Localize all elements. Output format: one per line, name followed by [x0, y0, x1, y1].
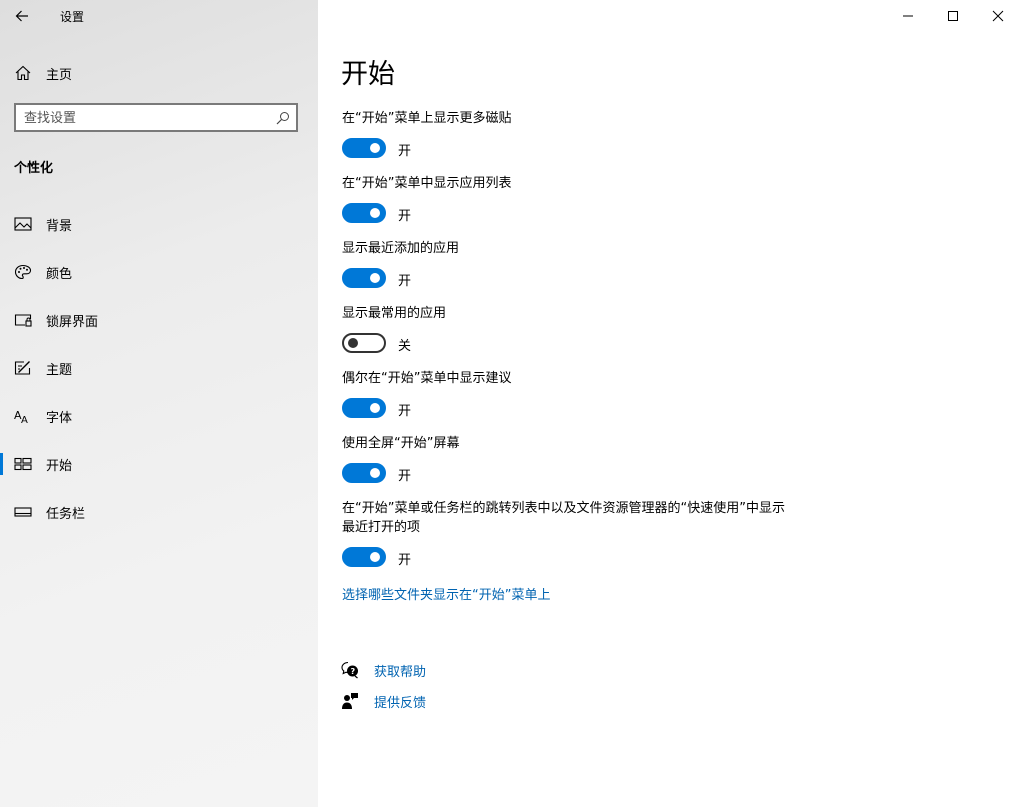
feedback-icon [342, 693, 358, 709]
toggle-knob [370, 208, 380, 218]
setting-label-app-list: 在“开始”菜单中显示应用列表 [342, 176, 512, 191]
toggle-state-label: 开 [398, 469, 412, 484]
minimize-icon [903, 15, 913, 17]
sidebar-item-lock-screen[interactable]: 锁屏界面 [0, 300, 318, 340]
sidebar-item-themes[interactable]: 主题 [0, 348, 318, 388]
sidebar: 设置 主页 个性化 背景 颜色 锁屏界面 [0, 0, 318, 807]
taskbar-icon [14, 507, 32, 517]
toggle-knob [370, 403, 380, 413]
setting-label-suggestions: 偶尔在“开始”菜单中显示建议 [342, 371, 512, 386]
font-icon: A A [14, 409, 28, 424]
sidebar-item-label: 主页 [46, 68, 73, 83]
get-help-icon: ? [341, 661, 358, 679]
maximize-icon [948, 11, 958, 21]
toggle-recently-added[interactable] [342, 268, 386, 288]
sidebar-item-label: 任务栏 [46, 507, 86, 522]
toggle-knob [370, 552, 380, 562]
search-box[interactable] [14, 103, 298, 132]
active-indicator [0, 453, 3, 475]
toggle-knob [370, 273, 380, 283]
picture-icon [14, 217, 32, 231]
sidebar-item-fonts[interactable]: A A 字体 [0, 396, 318, 436]
setting-label-recent-items: 在“开始”菜单或任务栏的跳转列表中以及文件资源管理器的“快速使用”中显示最近打开… [342, 501, 785, 535]
give-feedback-link[interactable]: 提供反馈 [374, 692, 426, 711]
minimize-button[interactable] [885, 0, 931, 32]
sidebar-item-label: 开始 [46, 459, 73, 474]
sidebar-item-start[interactable]: 开始 [0, 444, 318, 484]
close-icon [992, 10, 1004, 22]
sidebar-item-label: 背景 [46, 219, 73, 234]
toggle-suggestions[interactable] [342, 398, 386, 418]
sidebar-item-taskbar[interactable]: 任务栏 [0, 492, 318, 532]
toggle-knob [348, 338, 358, 348]
close-button[interactable] [975, 0, 1021, 32]
toggle-knob [370, 468, 380, 478]
section-title: 个性化 [14, 161, 54, 176]
toggle-app-list[interactable] [342, 203, 386, 223]
app-title: 设置 [60, 10, 85, 24]
sidebar-item-background[interactable]: 背景 [0, 204, 318, 244]
toggle-state-label: 开 [398, 553, 412, 568]
sidebar-item-colors[interactable]: 颜色 [0, 252, 318, 292]
setting-label-more-tiles: 在“开始”菜单上显示更多磁贴 [342, 111, 512, 126]
page-title: 开始 [341, 59, 395, 90]
lock-screen-icon [14, 314, 32, 327]
start-icon [14, 457, 32, 471]
svg-text:A: A [21, 415, 28, 424]
sidebar-item-home[interactable]: 主页 [0, 56, 318, 90]
setting-label-full-screen: 使用全屏“开始”屏幕 [342, 436, 460, 451]
sidebar-item-label: 锁屏界面 [46, 315, 99, 330]
maximize-button[interactable] [930, 0, 976, 32]
back-button[interactable] [10, 4, 34, 28]
title-bar: 设置 [0, 0, 318, 32]
sidebar-item-label: 颜色 [46, 267, 73, 282]
search-input[interactable] [24, 108, 264, 128]
toggle-state-label: 开 [398, 144, 412, 159]
toggle-recent-items[interactable] [342, 547, 386, 567]
setting-label-most-used: 显示最常用的应用 [342, 306, 447, 321]
toggle-knob [370, 143, 380, 153]
palette-icon [14, 264, 32, 280]
setting-label-recently-added: 显示最近添加的应用 [342, 241, 460, 256]
svg-text:?: ? [351, 667, 356, 676]
toggle-state-label: 开 [398, 274, 412, 289]
toggle-more-tiles[interactable] [342, 138, 386, 158]
toggle-state-label: 关 [398, 339, 412, 354]
get-help-link[interactable]: 获取帮助 [374, 661, 426, 680]
choose-folders-link[interactable]: 选择哪些文件夹显示在“开始”菜单上 [342, 584, 550, 603]
search-icon[interactable] [276, 111, 290, 125]
theme-icon [14, 361, 31, 375]
back-arrow-icon [15, 10, 28, 22]
toggle-full-screen[interactable] [342, 463, 386, 483]
sidebar-item-label: 字体 [46, 411, 73, 426]
sidebar-item-label: 主题 [46, 363, 73, 378]
home-icon [15, 65, 31, 81]
toggle-most-used[interactable] [342, 333, 386, 353]
toggle-state-label: 开 [398, 209, 412, 224]
toggle-state-label: 开 [398, 404, 412, 419]
